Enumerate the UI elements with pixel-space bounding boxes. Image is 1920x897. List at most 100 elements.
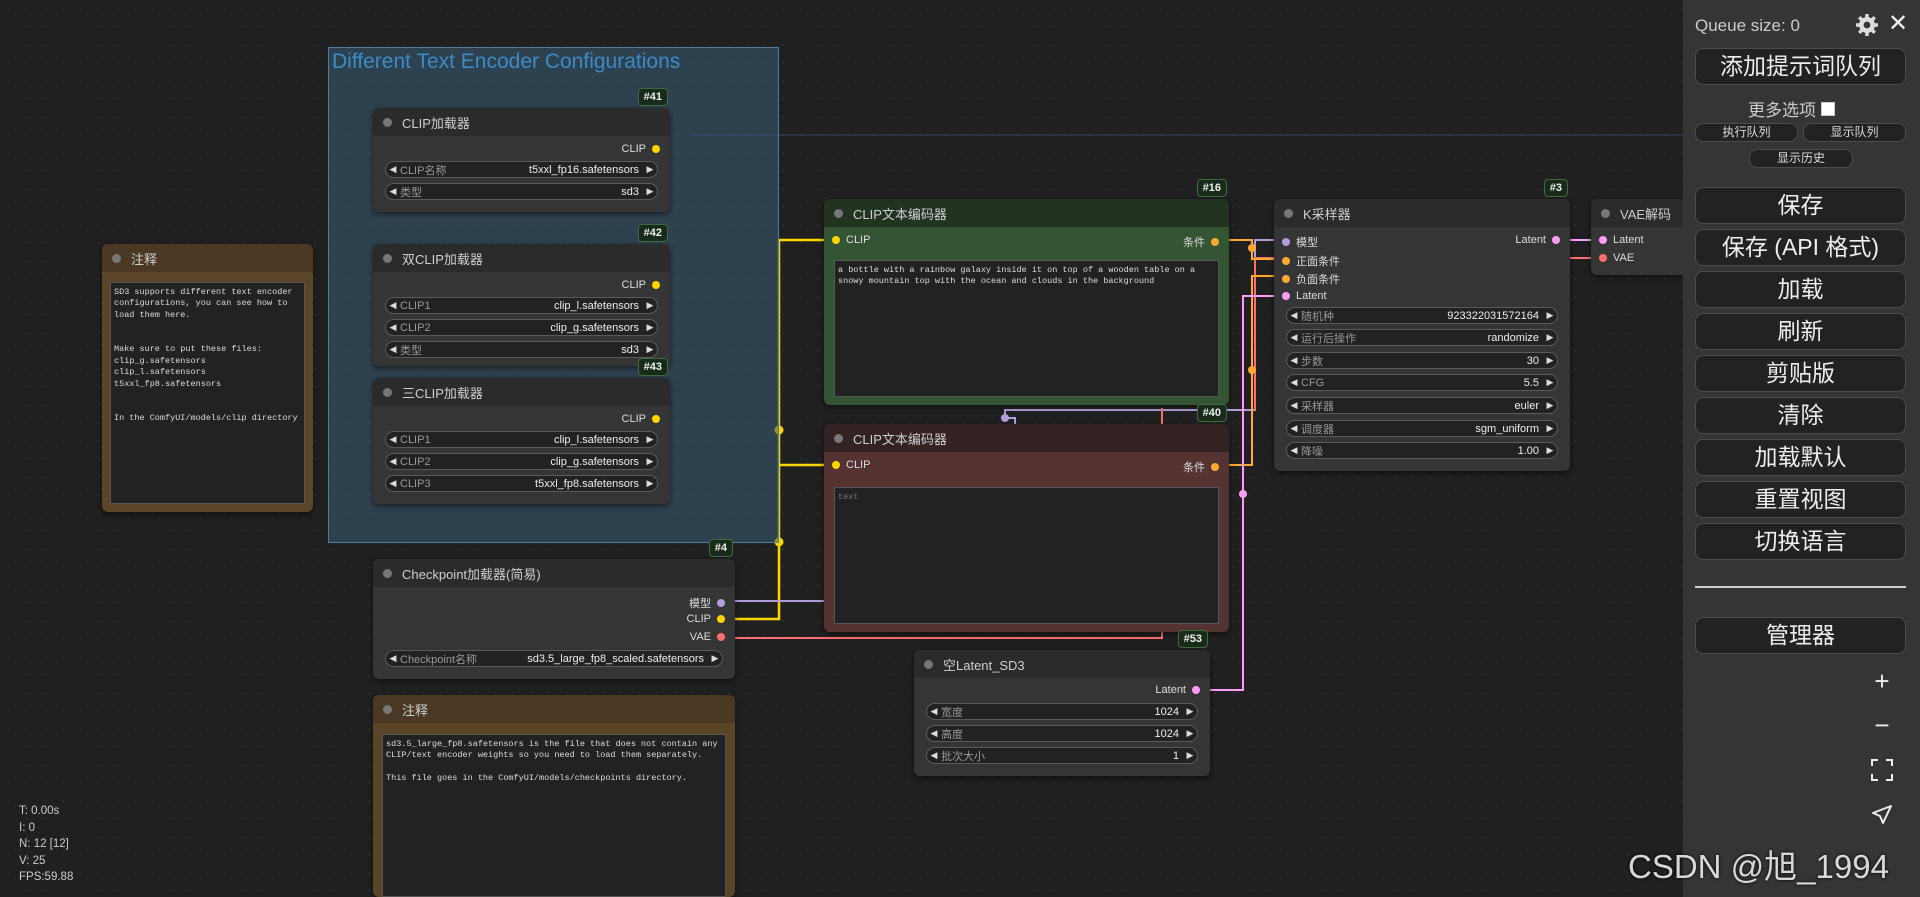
note-node[interactable]: 注释 SD3 supports different text encoder c… bbox=[102, 244, 313, 512]
positive-clip-text-encoder-node[interactable]: #16 CLIP文本编码器 CLIP 条件 a bottle with a ra… bbox=[824, 179, 1229, 405]
output-latent[interactable]: Latent bbox=[1515, 234, 1560, 246]
collapse-dot-icon[interactable] bbox=[383, 117, 392, 127]
view-history-button[interactable]: 显示历史 bbox=[1749, 149, 1853, 168]
node-title[interactable]: 三CLIP加载器 bbox=[373, 378, 670, 406]
show-queue-button[interactable]: 显示队列 bbox=[1803, 123, 1906, 142]
node-title[interactable]: CLIP文本编码器 bbox=[824, 199, 1229, 227]
input-negative[interactable]: 负面条件 bbox=[1282, 271, 1340, 287]
collapse-dot-icon[interactable] bbox=[112, 253, 121, 263]
clip1-widget[interactable]: ◀ CLIP1 clip_l.safetensors ▶ bbox=[385, 297, 658, 314]
more-options-checkbox[interactable] bbox=[1821, 101, 1835, 116]
switch-locale-button[interactable]: 切换语言 bbox=[1695, 523, 1906, 560]
collapse-dot-icon[interactable] bbox=[1601, 208, 1610, 218]
clip2-widget[interactable]: ◀ CLIP2 clip_g.safetensors ▶ bbox=[385, 319, 658, 336]
output-latent[interactable]: Latent bbox=[1155, 684, 1200, 696]
more-options-toggle[interactable]: 更多选项 bbox=[1748, 96, 1835, 121]
navigate-arrow-icon[interactable] bbox=[1861, 795, 1903, 835]
denoise-widget[interactable]: ◀ 降噪 1.00 ▶ bbox=[1286, 442, 1558, 459]
group-title: Different Text Encoder Configurations bbox=[332, 50, 681, 73]
output-conditioning[interactable]: 条件 bbox=[1183, 234, 1219, 250]
height-widget[interactable]: ◀ 高度 1024 ▶ bbox=[926, 725, 1198, 742]
output-clip[interactable]: CLIP bbox=[622, 413, 660, 425]
ksampler-node[interactable]: #3 K采样器 模型 正面条件 负面条件 Latent Latent ◀ 随机种 9… bbox=[1274, 179, 1570, 471]
input-clip[interactable]: CLIP bbox=[832, 459, 870, 471]
input-clip[interactable]: CLIP bbox=[832, 234, 870, 246]
output-clip[interactable]: CLIP bbox=[622, 143, 660, 155]
collapse-dot-icon[interactable] bbox=[1284, 208, 1293, 218]
view-queue-button[interactable]: 执行队列 bbox=[1695, 123, 1798, 142]
clip-name-widget[interactable]: ◀ CLIP名称 t5xxl_fp16.safetensors ▶ bbox=[385, 161, 658, 178]
zoom-out-icon[interactable]: − bbox=[1861, 705, 1903, 745]
save-button[interactable]: 保存 bbox=[1695, 187, 1906, 224]
collapse-dot-icon[interactable] bbox=[834, 433, 843, 443]
output-conditioning[interactable]: 条件 bbox=[1183, 459, 1219, 475]
sampler-widget[interactable]: ◀ 采样器 euler ▶ bbox=[1286, 397, 1558, 414]
load-button[interactable]: 加载 bbox=[1695, 271, 1906, 308]
zoom-in-icon[interactable]: + bbox=[1861, 661, 1903, 701]
note-textarea[interactable]: sd3.5_large_fp8.safetensors is the file … bbox=[382, 734, 726, 897]
node-title[interactable]: 注释 bbox=[373, 695, 735, 723]
empty-latent-node[interactable]: #53 空Latent_SD3 Latent ◀ 宽度 1024 ▶ ◀ 高度 1024 ▶… bbox=[914, 630, 1210, 776]
seed-widget[interactable]: ◀ 随机种 923322031572164 ▶ bbox=[1286, 307, 1558, 324]
collapse-dot-icon[interactable] bbox=[383, 253, 392, 263]
clip3-widget[interactable]: ◀ CLIP3 t5xxl_fp8.safetensors ▶ bbox=[385, 475, 658, 492]
load-default-button[interactable]: 加载默认 bbox=[1695, 439, 1906, 476]
type-widget[interactable]: ◀ 类型 sd3 ▶ bbox=[385, 341, 658, 358]
collapse-dot-icon[interactable] bbox=[383, 568, 392, 578]
render-stats: T: 0.00s I: 0 N: 12 [12] V: 25 FPS:59.88 bbox=[19, 803, 73, 886]
queue-prompt-button[interactable]: 添加提示词队列 bbox=[1695, 48, 1906, 85]
checkpoint-loader-node[interactable]: #4 Checkpoint加载器(简易) 模型 CLIP VAE ◀ Checkp… bbox=[373, 539, 735, 679]
output-slot-icon bbox=[1211, 463, 1219, 471]
node-title[interactable]: CLIP加载器 bbox=[373, 108, 670, 136]
node-title[interactable]: Checkpoint加载器(简易) bbox=[373, 559, 735, 587]
fit-view-icon[interactable] bbox=[1861, 750, 1903, 790]
width-widget[interactable]: ◀ 宽度 1024 ▶ bbox=[926, 703, 1198, 720]
settings-gear-icon[interactable] bbox=[1855, 13, 1879, 37]
scheduler-widget[interactable]: ◀ 调度器 sgm_uniform ▶ bbox=[1286, 420, 1558, 437]
node-canvas[interactable]: Different Text Encoder Configurations #4… bbox=[0, 0, 1920, 897]
dual-clip-loader-node[interactable]: #42 双CLIP加载器 CLIP ◀ CLIP1 clip_l.safetenso… bbox=[373, 224, 670, 366]
type-widget[interactable]: ◀ 类型 sd3 ▶ bbox=[385, 183, 658, 200]
input-latent[interactable]: Latent bbox=[1282, 290, 1327, 302]
cfg-widget[interactable]: ◀ CFG 5.5 ▶ bbox=[1286, 374, 1558, 391]
output-model[interactable]: 模型 bbox=[689, 595, 725, 611]
prompt-textarea[interactable]: a bottle with a rainbow galaxy inside it… bbox=[834, 260, 1219, 397]
negative-prompt-textarea[interactable]: text bbox=[834, 487, 1219, 624]
checkpoint-name-widget[interactable]: ◀ Checkpoint名称 sd3.5_large_fp8_scaled.safe… bbox=[385, 650, 723, 667]
input-positive[interactable]: 正面条件 bbox=[1282, 253, 1340, 269]
output-vae[interactable]: VAE bbox=[690, 631, 725, 643]
node-title[interactable]: 双CLIP加载器 bbox=[373, 244, 670, 272]
close-icon[interactable]: ✕ bbox=[1888, 9, 1908, 38]
clip-loader-node[interactable]: #41 CLIP加载器 CLIP ◀ CLIP名称 t5xxl_fp16.safet… bbox=[373, 88, 670, 212]
note-textarea[interactable]: SD3 supports different text encoder conf… bbox=[110, 282, 305, 504]
control-after-generate-widget[interactable]: ◀ 运行后操作 randomize ▶ bbox=[1286, 329, 1558, 346]
input-vae[interactable]: VAE bbox=[1599, 252, 1634, 264]
collapse-dot-icon[interactable] bbox=[383, 704, 392, 714]
node-id-badge: #43 bbox=[637, 358, 668, 376]
collapse-dot-icon[interactable] bbox=[383, 387, 392, 397]
node-title[interactable]: 注释 bbox=[102, 244, 313, 272]
triple-clip-loader-node[interactable]: #43 三CLIP加载器 CLIP ◀ CLIP1 clip_l.safetenso… bbox=[373, 358, 670, 504]
manager-button[interactable]: 管理器 bbox=[1695, 617, 1906, 654]
clip1-widget[interactable]: ◀ CLIP1 clip_l.safetensors ▶ bbox=[385, 431, 658, 448]
note-node[interactable]: 注释 sd3.5_large_fp8.safetensors is the fi… bbox=[373, 695, 735, 897]
clear-button[interactable]: 清除 bbox=[1695, 397, 1906, 434]
clipspace-button[interactable]: 剪贴版 bbox=[1695, 355, 1906, 392]
reset-view-button[interactable]: 重置视图 bbox=[1695, 481, 1906, 518]
collapse-dot-icon[interactable] bbox=[924, 659, 933, 669]
menu-divider bbox=[1695, 586, 1906, 588]
input-latent[interactable]: Latent bbox=[1599, 234, 1644, 246]
save-api-button[interactable]: 保存 (API 格式) bbox=[1695, 229, 1906, 266]
steps-widget[interactable]: ◀ 步数 30 ▶ bbox=[1286, 352, 1558, 369]
output-clip[interactable]: CLIP bbox=[622, 279, 660, 291]
input-model[interactable]: 模型 bbox=[1282, 234, 1318, 250]
clip2-widget[interactable]: ◀ CLIP2 clip_g.safetensors ▶ bbox=[385, 453, 658, 470]
output-clip[interactable]: CLIP bbox=[687, 613, 725, 625]
collapse-dot-icon[interactable] bbox=[834, 208, 843, 218]
node-title[interactable]: K采样器 bbox=[1274, 199, 1570, 227]
batch-size-widget[interactable]: ◀ 批次大小 1 ▶ bbox=[926, 747, 1198, 764]
refresh-button[interactable]: 刷新 bbox=[1695, 313, 1906, 350]
node-title[interactable]: CLIP文本编码器 bbox=[824, 424, 1229, 452]
negative-clip-text-encoder-node[interactable]: #40 CLIP文本编码器 CLIP 条件 text bbox=[824, 404, 1229, 632]
node-title[interactable]: 空Latent_SD3 bbox=[914, 650, 1210, 678]
